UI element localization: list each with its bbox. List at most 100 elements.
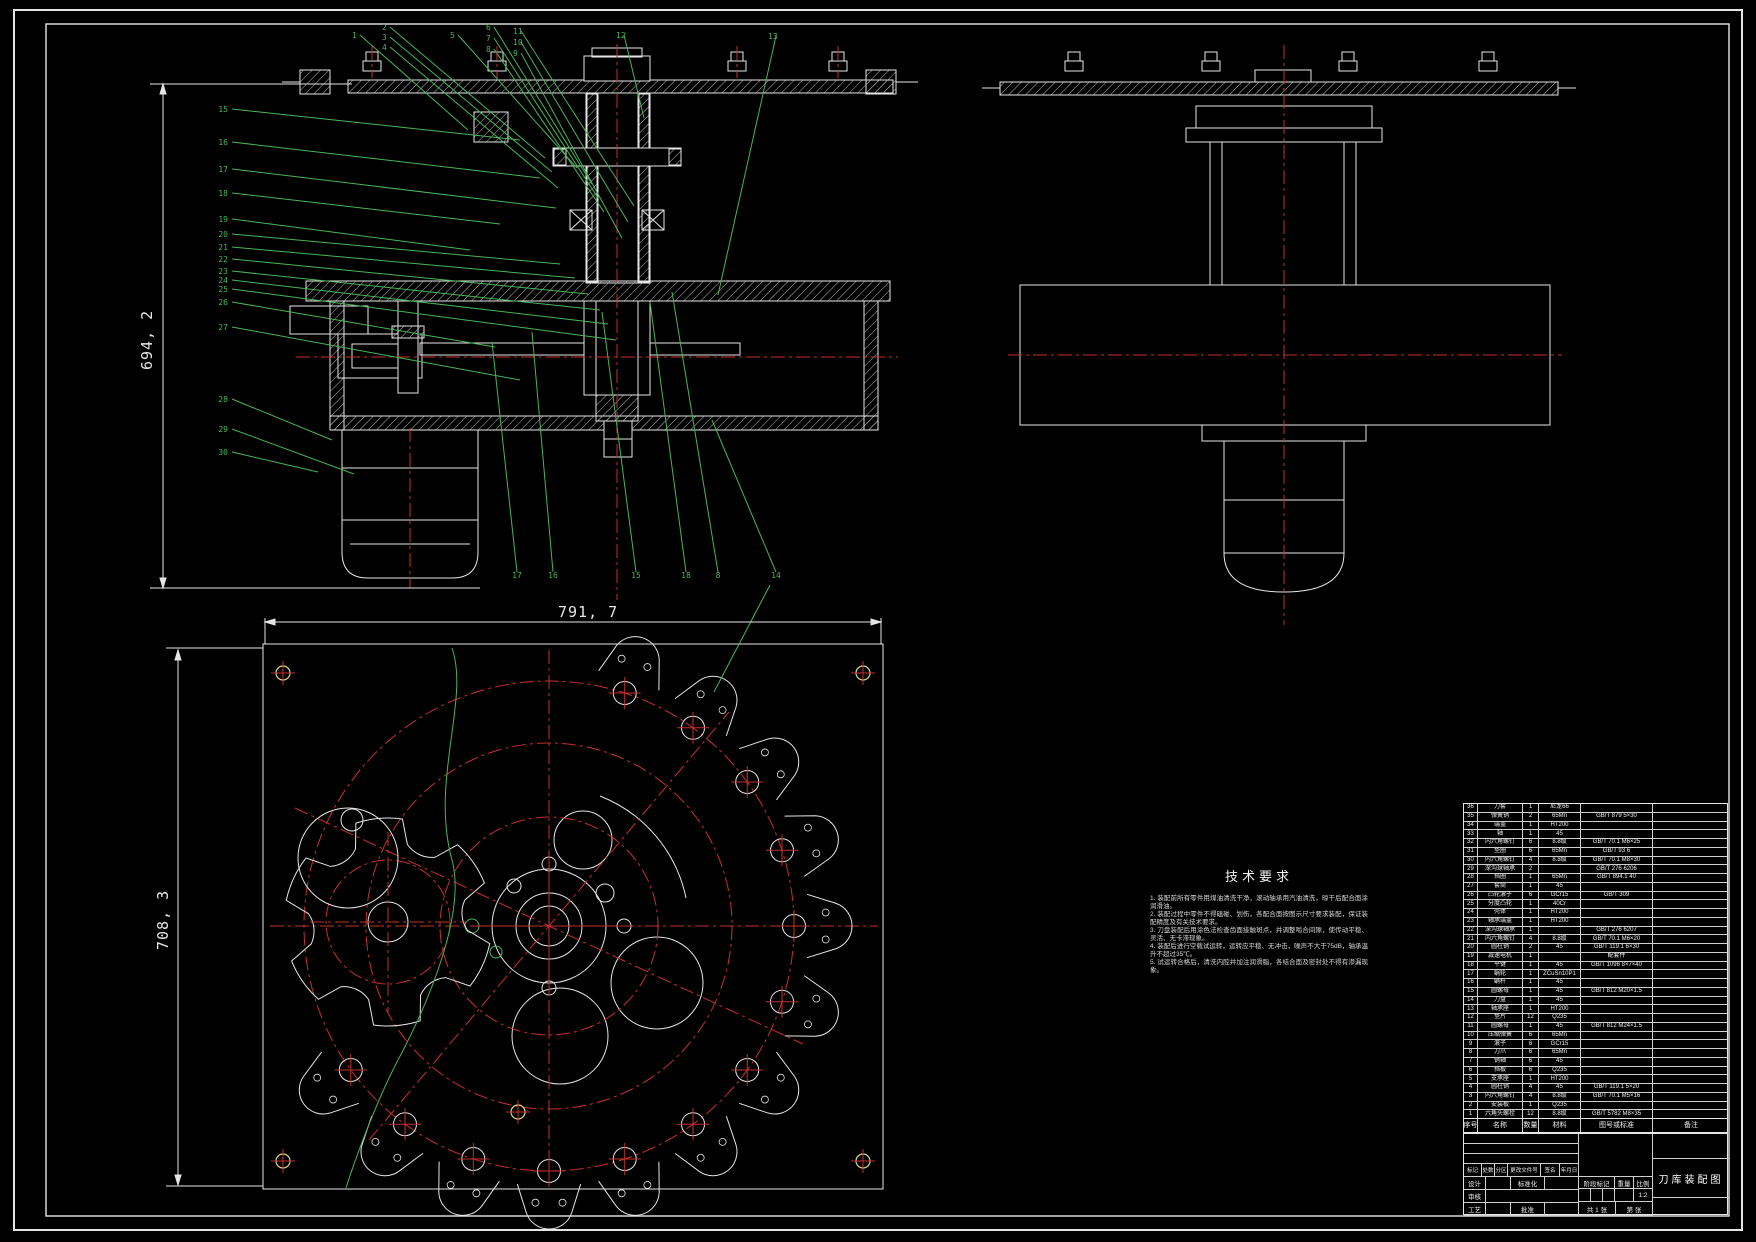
callout-leader (671, 291, 719, 573)
parts-cell: 12 (1464, 1014, 1478, 1022)
parts-cell: 深沟球轴承 (1478, 865, 1523, 873)
geneva-cam-wheel (285, 807, 491, 1027)
parts-cell (1653, 1049, 1727, 1057)
parts-cell (1581, 917, 1653, 926)
dim-plan-width: 791, 7 (558, 603, 618, 621)
parts-row: 17 蜗轮 1 ZCuSn10P1 (1464, 970, 1727, 979)
parts-list-rows: 36 刀套 1 尼龙66 35 弹簧销 2 65Mn GB/T 879 5×30 34 端盖 1 HT2… (1464, 804, 1727, 1118)
parts-cell: 24 (1464, 909, 1478, 917)
parts-cell (1653, 1014, 1727, 1022)
parts-cell: 45 (1539, 882, 1581, 891)
parts-row: 22 深沟球轴承 1 GB/T 276 6207 (1464, 926, 1727, 936)
parts-header-cell: 名称 (1478, 1119, 1523, 1132)
parts-row: 32 内六角螺钉 6 8.8级 GB/T 70.1 M6×25 (1464, 839, 1727, 848)
parts-cell (1581, 1014, 1653, 1022)
parts-cell: 21 (1464, 935, 1478, 943)
parts-cell: 15 (1464, 987, 1478, 996)
parts-cell (1653, 839, 1727, 847)
parts-cell: HT200 (1539, 821, 1581, 830)
parts-cell: 12 (1523, 1014, 1539, 1022)
parts-cell: 1 (1523, 917, 1539, 926)
parts-row: 35 弹簧销 2 65Mn GB/T 879 5×30 (1464, 812, 1727, 822)
parts-cell (1581, 1066, 1653, 1075)
side-view-centerlines (1008, 45, 1562, 625)
parts-cell: 28 (1464, 874, 1478, 882)
technical-requirements-title: 技术要求 (1224, 869, 1293, 884)
parts-cell: HT200 (1539, 1005, 1581, 1013)
parts-cell: 减速电机 (1478, 952, 1523, 961)
parts-cell: 45 (1539, 830, 1581, 838)
parts-cell: 平键 (1478, 961, 1523, 970)
parts-cell: 19 (1464, 952, 1478, 961)
parts-cell: 内六角螺钉 (1478, 856, 1523, 865)
parts-cell: 18 (1464, 961, 1478, 970)
parts-cell: 45 (1539, 987, 1581, 996)
parts-cell: 圆柱销 (1478, 944, 1523, 952)
parts-cell (1653, 1023, 1727, 1031)
parts-cell: 1 (1523, 979, 1539, 987)
parts-cell: 垫圈 (1478, 847, 1523, 856)
parts-cell: 12 (1523, 1110, 1539, 1118)
parts-cell: 45 (1539, 1057, 1581, 1066)
parts-cell: GB/T 70.1 M6×25 (1581, 839, 1653, 847)
tool-pockets (298, 636, 853, 1230)
process-label: 工艺 (1464, 1203, 1486, 1216)
callout-number: 17 (512, 571, 522, 580)
parts-cell: 6 (1523, 1031, 1539, 1040)
parts-cell (1653, 1032, 1727, 1040)
parts-cell: HT200 (1539, 917, 1581, 926)
parts-cell: GB/T 309 (1581, 891, 1653, 900)
parts-row: 27 套筒 1 45 (1464, 882, 1727, 892)
parts-row: 25 分度凸轮 1 40Cr (1464, 900, 1727, 909)
dim-plan-height: 708, 3 (154, 890, 172, 950)
parts-cell (1653, 830, 1727, 838)
parts-cell: 支承座 (1478, 1075, 1523, 1083)
callout-leader (711, 419, 777, 573)
callout-leader (231, 451, 319, 473)
scale-value: 1:2 (1634, 1189, 1653, 1202)
parts-row: 31 垫圈 6 65Mn GB/T 93 6 (1464, 847, 1727, 857)
parts-cell: 7 (1464, 1057, 1478, 1066)
parts-cell: 圆螺母 (1478, 987, 1523, 996)
parts-cell (1653, 848, 1727, 856)
parts-row: 15 圆螺母 1 45 GB/T 812 M20×1.5 (1464, 987, 1727, 997)
parts-cell: 6 (1523, 1066, 1539, 1075)
dim-front-height: 694, 2 (138, 310, 156, 370)
parts-list-header: 序号 名称 数量 材料 图号或标准 备注 (1464, 1118, 1727, 1132)
technical-requirements-text: 1. 装配前所有零件用煤油清洗干净，滚动轴承用汽油清洗，晾干后配合面涂润滑油。 2… (1150, 895, 1368, 975)
parts-cell: 8.8级 (1539, 935, 1581, 943)
parts-cell: GB/T 93 6 (1581, 847, 1653, 856)
parts-cell: 压缩弹簧 (1478, 1031, 1523, 1040)
parts-cell (1653, 918, 1727, 926)
callout-number: 16 (218, 138, 228, 147)
callout-leader (231, 168, 557, 209)
callout-number: 2 (382, 23, 387, 32)
parts-cell (1581, 1057, 1653, 1066)
callout-number: 29 (218, 425, 228, 434)
parts-cell: 轴承座 (1478, 1005, 1523, 1013)
parts-cell: 销轴 (1478, 1057, 1523, 1066)
parts-cell: HT200 (1539, 909, 1581, 917)
parts-cell: GCr15 (1539, 1040, 1581, 1048)
parts-cell: 20 (1464, 944, 1478, 952)
sheet-total: 共 1 张 (1579, 1202, 1616, 1216)
parts-cell: GCr15 (1539, 891, 1581, 900)
parts-cell (1581, 979, 1653, 987)
callout-number: 10 (513, 38, 523, 47)
callout-number: 14 (771, 571, 781, 580)
parts-cell: 6 (1523, 1040, 1539, 1048)
revision-header-cell: 签名 (1541, 1164, 1560, 1177)
parts-cell: 45 (1539, 996, 1581, 1005)
parts-cell: 8.8级 (1539, 1110, 1581, 1118)
parts-header-cell: 数量 (1523, 1119, 1539, 1132)
parts-cell (1581, 1005, 1653, 1013)
review-label: 审核 (1464, 1190, 1486, 1203)
parts-header-cell: 材料 (1539, 1119, 1581, 1132)
parts-cell: 圆柱销 (1478, 1084, 1523, 1092)
parts-cell (1653, 865, 1727, 873)
parts-cell: 65Mn (1539, 1031, 1581, 1040)
parts-cell: 6 (1523, 891, 1539, 900)
parts-cell: 挡圈 (1478, 874, 1523, 882)
parts-header-row: 序号 名称 数量 材料 图号或标准 备注 (1464, 1119, 1729, 1132)
parts-cell: 1 (1523, 970, 1539, 978)
